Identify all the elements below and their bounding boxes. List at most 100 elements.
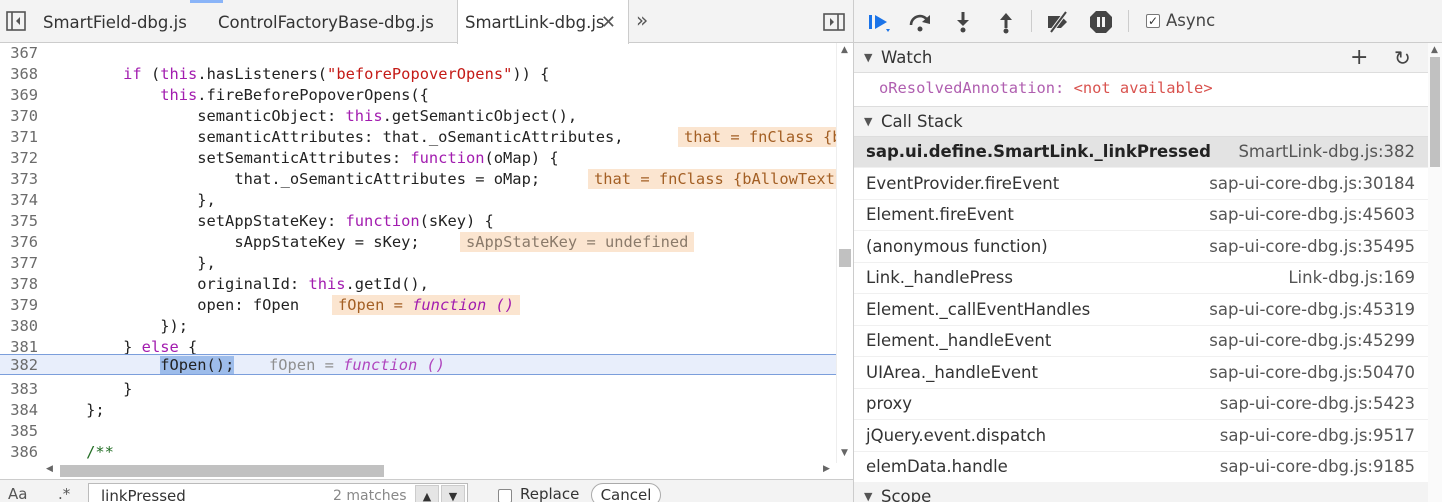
step-out-icon[interactable] bbox=[993, 9, 1019, 35]
code-editor[interactable]: 367 368 if (this.hasListeners("beforePop… bbox=[0, 43, 836, 463]
code-line: 373 that._oSemanticAttributes = oMap; tha… bbox=[0, 169, 836, 190]
call-frame[interactable]: Element._handleEvent sap-ui-core-dbg.js:4… bbox=[854, 326, 1428, 357]
line-number[interactable]: 369 bbox=[0, 85, 38, 106]
deactivate-breakpoints-icon[interactable] bbox=[1045, 9, 1071, 35]
step-over-icon[interactable] bbox=[907, 9, 933, 35]
inline-value: fOpen = function () bbox=[269, 355, 445, 376]
code-line: 386 /** bbox=[0, 442, 836, 463]
line-number[interactable]: 377 bbox=[0, 253, 38, 274]
call-frame[interactable]: elemData.handle sap-ui-core-dbg.js:9185 bbox=[854, 452, 1428, 483]
line-number[interactable]: 380 bbox=[0, 316, 38, 337]
line-number[interactable]: 375 bbox=[0, 211, 38, 232]
scroll-right-icon[interactable]: ▶ bbox=[823, 464, 830, 474]
frame-location[interactable]: sap-ui-core-dbg.js:9517 bbox=[1220, 421, 1415, 451]
frame-location[interactable]: sap-ui-core-dbg.js:35495 bbox=[1209, 232, 1415, 262]
tab-smartfield[interactable]: SmartField-dbg.js bbox=[30, 0, 220, 43]
frame-function-name: jQuery.event.dispatch bbox=[866, 425, 1047, 445]
line-number[interactable]: 371 bbox=[0, 127, 38, 148]
replace-checkbox[interactable] bbox=[498, 489, 512, 502]
line-number[interactable]: 368 bbox=[0, 64, 38, 85]
sidebar-scrollbar[interactable]: ▲ bbox=[1428, 43, 1442, 502]
call-frame[interactable]: sap.ui.define.SmartLink._linkPressed Smar… bbox=[854, 137, 1428, 168]
line-number[interactable]: 379 bbox=[0, 295, 38, 316]
code-text: sAppStateKey = sKey; bbox=[49, 233, 420, 251]
tab-controlfactorybase[interactable]: ControlFactoryBase-dbg.js bbox=[205, 0, 455, 43]
scroll-thumb[interactable] bbox=[60, 465, 384, 477]
step-into-icon[interactable] bbox=[950, 9, 976, 35]
line-number[interactable]: 384 bbox=[0, 400, 38, 421]
next-match-button[interactable]: ▼ bbox=[441, 485, 465, 502]
line-number[interactable]: 367 bbox=[0, 43, 38, 64]
call-frame[interactable]: (anonymous function) sap-ui-core-dbg.js:3… bbox=[854, 232, 1428, 263]
scroll-thumb[interactable] bbox=[839, 249, 851, 267]
section-title: Call Stack bbox=[881, 112, 963, 131]
search-field: 2 matches ▲ ▼ bbox=[88, 483, 468, 502]
line-number[interactable]: 383 bbox=[0, 379, 38, 400]
scroll-thumb[interactable] bbox=[1430, 57, 1440, 167]
scroll-up-icon[interactable]: ▲ bbox=[1431, 45, 1438, 55]
current-execution-line: 382 fOpen(); fOpen = function () bbox=[0, 354, 836, 375]
add-watch-button[interactable]: + bbox=[1350, 43, 1368, 73]
cancel-button[interactable]: Cancel bbox=[591, 483, 661, 502]
editor-vertical-scrollbar[interactable]: ▲ ▼ bbox=[836, 43, 853, 463]
call-frame[interactable]: Link._handlePress Link-dbg.js:169 bbox=[854, 263, 1428, 294]
search-bar: Aa .* 2 matches ▲ ▼ Replace Cancel bbox=[0, 479, 853, 502]
call-frame[interactable]: UIArea._handleEvent sap-ui-core-dbg.js:50… bbox=[854, 358, 1428, 389]
match-case-toggle[interactable]: Aa bbox=[8, 485, 27, 502]
line-number[interactable]: 372 bbox=[0, 148, 38, 169]
scope-section-header[interactable]: ▼ Scope bbox=[854, 482, 1428, 502]
line-number[interactable]: 376 bbox=[0, 232, 38, 253]
editor-tab-bar: SmartField-dbg.js ControlFactoryBase-dbg… bbox=[0, 0, 853, 44]
line-number[interactable]: 378 bbox=[0, 274, 38, 295]
frame-location[interactable]: Link-dbg.js:169 bbox=[1288, 263, 1415, 293]
code-text: that._oSemanticAttributes = oMap; bbox=[49, 170, 541, 188]
code-text: /** bbox=[49, 443, 114, 461]
call-frame[interactable]: Element.fireEvent sap-ui-core-dbg.js:4560… bbox=[854, 200, 1428, 231]
frame-location[interactable]: sap-ui-core-dbg.js:50470 bbox=[1209, 358, 1415, 388]
tab-smartlink[interactable]: SmartLink-dbg.js ✕ bbox=[457, 0, 629, 44]
regex-toggle[interactable]: .* bbox=[58, 485, 70, 502]
call-frame[interactable]: Element._callEventHandles sap-ui-core-dbg… bbox=[854, 295, 1428, 326]
debugger-toggle-icon[interactable] bbox=[822, 12, 846, 32]
line-number[interactable]: 385 bbox=[0, 421, 38, 442]
navigator-toggle-icon[interactable] bbox=[4, 10, 28, 32]
frame-location[interactable]: sap-ui-core-dbg.js:45603 bbox=[1209, 200, 1415, 230]
inline-value: fOpen = function () bbox=[332, 295, 521, 315]
frame-location[interactable]: sap-ui-core-dbg.js:45319 bbox=[1209, 295, 1415, 325]
scroll-down-icon[interactable]: ▼ bbox=[841, 448, 848, 458]
line-number[interactable]: 386 bbox=[0, 442, 38, 463]
frame-location[interactable]: sap-ui-core-dbg.js:30184 bbox=[1209, 169, 1415, 199]
previous-match-button[interactable]: ▲ bbox=[415, 485, 439, 502]
frame-location[interactable]: sap-ui-core-dbg.js:45299 bbox=[1209, 326, 1415, 356]
frame-location[interactable]: SmartLink-dbg.js:382 bbox=[1238, 137, 1415, 167]
watch-expression[interactable]: oResolvedAnnotation: <not available> bbox=[879, 79, 1213, 97]
async-checkbox[interactable]: ✓ bbox=[1146, 14, 1160, 28]
call-frame[interactable]: jQuery.event.dispatch sap-ui-core-dbg.js:… bbox=[854, 421, 1428, 452]
call-frame[interactable]: EventProvider.fireEvent sap-ui-core-dbg.j… bbox=[854, 169, 1428, 200]
scroll-up-icon[interactable]: ▲ bbox=[841, 45, 848, 55]
pause-on-exceptions-icon[interactable] bbox=[1088, 9, 1114, 35]
line-number[interactable]: 370 bbox=[0, 106, 38, 127]
scroll-left-icon[interactable]: ◀ bbox=[46, 464, 53, 474]
code-text: }; bbox=[49, 401, 105, 419]
frame-location[interactable]: sap-ui-core-dbg.js:5423 bbox=[1220, 389, 1415, 419]
async-label: Async bbox=[1166, 11, 1216, 30]
search-input[interactable] bbox=[101, 487, 321, 502]
resume-icon[interactable] bbox=[866, 9, 892, 35]
line-number[interactable]: 382 bbox=[0, 355, 38, 376]
watch-section-header[interactable]: ▼ Watch + ↻ bbox=[854, 43, 1428, 73]
call-frame[interactable]: proxy sap-ui-core-dbg.js:5423 bbox=[854, 389, 1428, 420]
more-tabs-icon[interactable]: » bbox=[636, 8, 648, 32]
inline-value-function: function () bbox=[343, 356, 446, 374]
code-line: 374 }, bbox=[0, 190, 836, 211]
close-icon[interactable]: ✕ bbox=[601, 0, 616, 46]
tab-label: SmartLink-dbg.js bbox=[465, 13, 605, 32]
editor-horizontal-scrollbar[interactable]: ◀ ▶ bbox=[40, 463, 836, 479]
code-text: semanticAttributes: that._oSemanticAttri… bbox=[49, 128, 624, 146]
debugger-toolbar: ✓ Async bbox=[854, 0, 1442, 43]
line-number[interactable]: 374 bbox=[0, 190, 38, 211]
call-stack-section-header[interactable]: ▼ Call Stack bbox=[854, 107, 1428, 137]
line-number[interactable]: 373 bbox=[0, 169, 38, 190]
frame-location[interactable]: sap-ui-core-dbg.js:9185 bbox=[1220, 452, 1415, 482]
refresh-icon[interactable]: ↻ bbox=[1394, 43, 1411, 73]
